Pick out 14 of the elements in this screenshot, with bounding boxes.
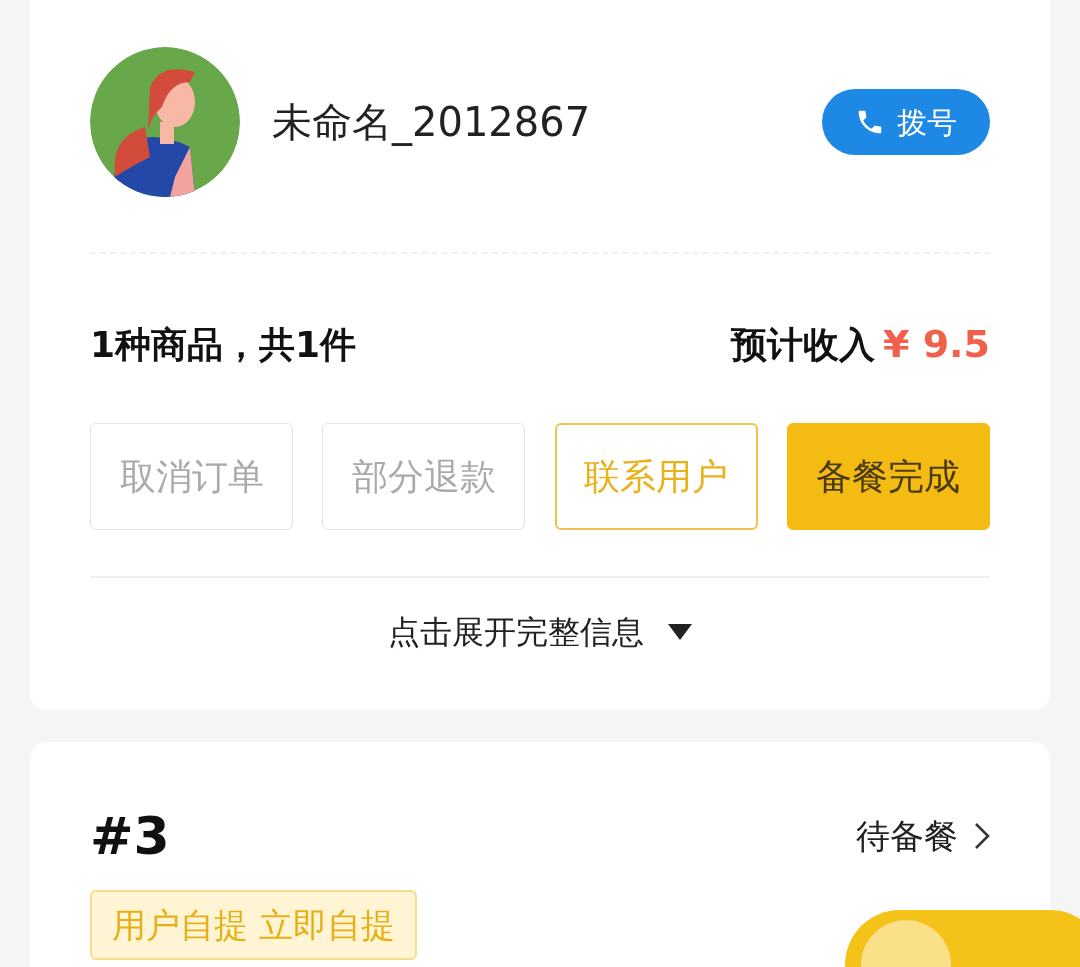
action-button[interactable]: 联系用户	[554, 423, 758, 530]
dial-button[interactable]: 拨号	[822, 89, 990, 155]
income-amount: ¥ 9.5	[883, 321, 990, 368]
customer-name: 未命名_2012867	[272, 98, 592, 148]
chevron-right-icon	[974, 822, 990, 850]
action-button[interactable]: 备餐完成	[787, 423, 990, 530]
income-label: 预计收入	[731, 322, 875, 367]
action-button[interactable]: 部分退款	[322, 423, 526, 530]
order-status[interactable]: 待备餐	[856, 810, 990, 862]
expand-toggle[interactable]: 点击展开完整信息	[388, 608, 692, 656]
order-number: #3	[90, 810, 170, 862]
action-button[interactable]: 取消订单	[90, 423, 293, 530]
item-count: 1种商品，共1件	[90, 322, 357, 367]
pickup-tag: 用户自提 立即自提	[90, 890, 417, 960]
